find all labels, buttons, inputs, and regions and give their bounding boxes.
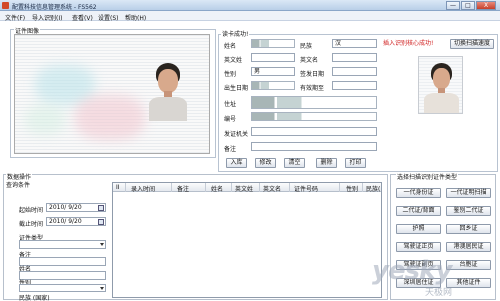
col-index[interactable]: II bbox=[116, 184, 120, 191]
issuing-authority-field[interactable] bbox=[251, 127, 377, 136]
calendar-icon[interactable] bbox=[98, 205, 104, 211]
store-button[interactable]: 入库 bbox=[226, 158, 247, 168]
table-header: II 录入时间 备注 姓名 英文姓 英文名 证件号码 性别 民族( bbox=[113, 183, 381, 193]
name-field[interactable] bbox=[251, 39, 295, 48]
col-ethnicity[interactable]: 民族( bbox=[366, 184, 380, 193]
id-number-field[interactable] bbox=[251, 112, 377, 121]
watermark-subtitle: 天极网 bbox=[425, 288, 453, 298]
id-type-button-5[interactable]: 护照 bbox=[396, 224, 441, 234]
remark-field[interactable] bbox=[251, 142, 377, 151]
menu-settings[interactable]: 设置(S) bbox=[98, 13, 119, 22]
read-status-label: 读卡成功! bbox=[221, 29, 250, 38]
col-entry-time[interactable]: 录入时间 bbox=[131, 184, 155, 193]
gender-label: 性别 bbox=[224, 71, 237, 78]
clear-button[interactable]: 清空 bbox=[284, 158, 305, 168]
delete-button[interactable]: 删除 bbox=[316, 158, 337, 168]
scanned-id-image bbox=[14, 34, 210, 154]
close-button[interactable]: X bbox=[476, 1, 496, 10]
end-time-label: 截止时间 bbox=[19, 221, 44, 228]
menu-file[interactable]: 文件(F) bbox=[5, 13, 25, 22]
end-time-value: 2010/ 9/20 bbox=[49, 218, 82, 225]
id-number-label: 编号 bbox=[224, 116, 237, 123]
id-type-button-7[interactable]: 驾驶证正页 bbox=[396, 242, 441, 252]
english-given-field[interactable] bbox=[332, 53, 377, 62]
title-bar: 配置科技信息管理系统 - FS562 — □ X bbox=[0, 0, 500, 11]
id-type-button-4[interactable]: 鉴别二代证 bbox=[446, 206, 491, 216]
start-time-label: 起始时间 bbox=[19, 207, 44, 214]
ethnicity-field[interactable]: 汉 bbox=[332, 39, 377, 48]
id-type-button-6[interactable]: 回乡证 bbox=[446, 224, 491, 234]
id-type-button-3[interactable]: 二代证/背面 bbox=[396, 206, 441, 216]
chevron-down-icon bbox=[100, 287, 104, 290]
english-name-label: 英文姓 bbox=[224, 57, 243, 64]
birth-date-field[interactable] bbox=[251, 81, 295, 90]
print-button[interactable]: 打印 bbox=[345, 158, 366, 168]
chevron-down-icon bbox=[100, 243, 104, 246]
expiry-label: 有效期至 bbox=[300, 85, 325, 92]
records-table[interactable]: II 录入时间 备注 姓名 英文姓 英文名 证件号码 性别 民族( bbox=[112, 182, 382, 298]
issuing-authority-label: 发证机关 bbox=[224, 131, 249, 138]
query-name-field[interactable] bbox=[19, 271, 106, 280]
query-remark-field[interactable] bbox=[19, 257, 106, 266]
id-type-button-10[interactable]: 台胞证 bbox=[446, 260, 491, 270]
query-ethnicity-label: 民族 (国家) bbox=[19, 295, 50, 301]
issue-date-field[interactable] bbox=[332, 67, 377, 76]
watermark-logo: yesky bbox=[372, 256, 452, 286]
start-time-picker[interactable]: 2010/ 9/20 bbox=[46, 203, 106, 212]
modify-button[interactable]: 修改 bbox=[255, 158, 276, 168]
app-icon bbox=[2, 2, 9, 9]
expiry-field[interactable] bbox=[332, 81, 377, 90]
birth-date-label: 出生日期 bbox=[224, 85, 249, 92]
name-label: 姓名 bbox=[224, 43, 237, 50]
gender-field[interactable]: 男 bbox=[251, 67, 295, 76]
id-type-button-2[interactable]: 一代证明扫描 bbox=[446, 188, 491, 198]
english-surname-field[interactable] bbox=[251, 53, 295, 62]
id-type-button-1[interactable]: 一代身份证 bbox=[396, 188, 441, 198]
menu-import[interactable]: 导入识别(I) bbox=[32, 13, 62, 22]
start-time-value: 2010/ 9/20 bbox=[49, 204, 82, 211]
query-conditions-title: 查询条件 bbox=[6, 182, 31, 189]
english-given-label: 英文名 bbox=[300, 57, 319, 64]
id-type-select[interactable] bbox=[19, 240, 106, 249]
id-type-title: 选择扫描识别证件类型 bbox=[396, 172, 459, 181]
maximize-button[interactable]: □ bbox=[461, 1, 475, 10]
menu-help[interactable]: 帮助(H) bbox=[125, 13, 146, 22]
id-type-button-12[interactable]: 其他证件 bbox=[446, 278, 491, 288]
ethnicity-label: 民族 bbox=[300, 43, 313, 50]
minimize-button[interactable]: — bbox=[446, 1, 460, 10]
window-title: 配置科技信息管理系统 - FS562 bbox=[12, 4, 97, 11]
col-name[interactable]: 姓名 bbox=[211, 184, 223, 193]
address-label: 住址 bbox=[224, 101, 237, 108]
col-english-given[interactable]: 英文名 bbox=[263, 184, 281, 193]
id-photo bbox=[418, 56, 463, 114]
issue-date-label: 签发日期 bbox=[300, 71, 325, 78]
address-field[interactable] bbox=[251, 96, 377, 109]
menu-view[interactable]: 查看(V) bbox=[72, 13, 93, 22]
id-type-button-8[interactable]: 港澳居民证 bbox=[446, 242, 491, 252]
col-id-number[interactable]: 证件号码 bbox=[294, 184, 318, 193]
switch-scan-speed-button[interactable]: 切换扫描速度 bbox=[450, 39, 494, 49]
menu-bar: 文件(F) 导入识别(I) 查看(V) 设置(S) 帮助(H) bbox=[0, 11, 500, 22]
query-gender-select[interactable] bbox=[19, 284, 106, 292]
col-english-surname[interactable]: 英文姓 bbox=[235, 184, 253, 193]
col-remark[interactable]: 备注 bbox=[177, 184, 189, 193]
col-gender[interactable]: 性别 bbox=[346, 184, 358, 193]
remark-label: 备注 bbox=[224, 146, 237, 153]
end-time-picker[interactable]: 2010/ 9/20 bbox=[46, 217, 106, 226]
calendar-icon[interactable] bbox=[98, 219, 104, 225]
core-status-text: 插入识别核心成功! bbox=[383, 40, 434, 47]
scan-portrait bbox=[143, 57, 193, 121]
